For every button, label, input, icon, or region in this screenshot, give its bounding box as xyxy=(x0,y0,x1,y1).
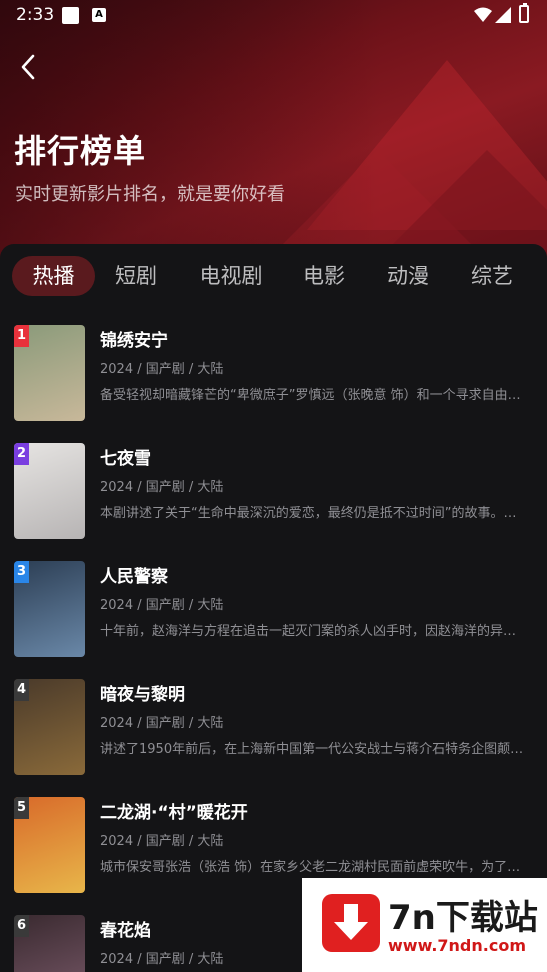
item-meta: 2024 / 国产剧 / 大陆 xyxy=(100,480,224,495)
back-arrow-icon[interactable] xyxy=(14,52,44,82)
category-tabs: 热播 短剧 电视剧 电影 动漫 综艺 xyxy=(0,256,547,300)
item-title: 春花焰 xyxy=(100,921,151,941)
poster-image: 4 xyxy=(14,679,85,775)
list-item[interactable]: 3 人民警察 2024 / 国产剧 / 大陆 十年前，赵海洋与方程在追击一起灭门… xyxy=(0,556,547,657)
item-meta: 2024 / 国产剧 / 大陆 xyxy=(100,598,224,613)
status-time: 2:33 xyxy=(16,5,55,25)
item-description: 讲述了1950年前后，在上海新中国第一代公安战士与蒋介石特务企图颠… xyxy=(100,742,524,757)
rank-badge: 1 xyxy=(14,325,29,347)
item-title: 锦绣安宁 xyxy=(100,331,168,351)
item-title: 暗夜与黎明 xyxy=(100,685,185,705)
rank-badge: 6 xyxy=(14,915,29,937)
item-title: 人民警察 xyxy=(100,567,168,587)
signal-icon xyxy=(495,7,511,23)
list-item[interactable]: 2 七夜雪 2024 / 国产剧 / 大陆 本剧讲述了关于“生命中最深沉的爱恋，… xyxy=(0,438,547,539)
list-item[interactable]: 5 二龙湖·“村”暖花开 2024 / 国产剧 / 大陆 城市保安哥张浩（张浩 … xyxy=(0,792,547,893)
watermark-brand: 7n下载站 xyxy=(388,898,538,938)
poster-image: 3 xyxy=(14,561,85,657)
poster-image: 2 xyxy=(14,443,85,539)
tab-anime[interactable]: 动漫 xyxy=(376,256,440,296)
item-description: 城市保安哥张浩（张浩 饰）在家乡父老二龙湖村民面前虚荣吹牛，为了… xyxy=(100,860,521,875)
rank-badge: 2 xyxy=(14,443,29,465)
item-description: 本剧讲述了关于“生命中最深沉的爱恋，最终仍是抵不过时间”的故事。… xyxy=(100,506,517,521)
list-item[interactable]: 1 锦绣安宁 2024 / 国产剧 / 大陆 备受轻视却暗藏锋芒的“卑微庶子”罗… xyxy=(0,320,547,421)
status-bar: 2:33 A xyxy=(0,0,547,32)
tab-short-drama[interactable]: 短剧 xyxy=(104,256,168,296)
notification-icon xyxy=(62,7,79,24)
item-meta: 2024 / 国产剧 / 大陆 xyxy=(100,716,224,731)
tab-hot[interactable]: 热播 xyxy=(12,256,95,296)
item-description: 备受轻视却暗藏锋芒的“卑微庶子”罗慎远（张晚意 饰）和一个寻求自由… xyxy=(100,388,521,403)
download-logo-icon xyxy=(322,894,380,952)
poster-image: 6 xyxy=(14,915,85,972)
item-meta: 2024 / 国产剧 / 大陆 xyxy=(100,952,224,967)
item-title: 七夜雪 xyxy=(100,449,151,469)
item-meta: 2024 / 国产剧 / 大陆 xyxy=(100,362,224,377)
a-badge-icon: A xyxy=(92,8,106,22)
site-watermark: 7n下载站 www.7ndn.com xyxy=(302,878,547,972)
wifi-icon xyxy=(474,7,492,22)
page-subtitle: 实时更新影片排名，就是要你好看 xyxy=(15,184,285,205)
rank-badge: 4 xyxy=(14,679,29,701)
watermark-url: www.7ndn.com xyxy=(388,936,526,955)
rank-badge: 5 xyxy=(14,797,29,819)
item-description: 十年前，赵海洋与方程在追击一起灭门案的杀人凶手时，因赵海洋的异… xyxy=(100,624,517,639)
tab-variety[interactable]: 综艺 xyxy=(460,256,524,296)
rank-badge: 3 xyxy=(14,561,29,583)
item-title: 二龙湖·“村”暖花开 xyxy=(100,803,248,823)
page-title: 排行榜单 xyxy=(14,132,147,170)
tab-movie[interactable]: 电影 xyxy=(292,256,356,296)
list-item[interactable]: 4 暗夜与黎明 2024 / 国产剧 / 大陆 讲述了1950年前后，在上海新中… xyxy=(0,674,547,775)
tab-tv-series[interactable]: 电视剧 xyxy=(190,256,272,296)
poster-image: 1 xyxy=(14,325,85,421)
item-meta: 2024 / 国产剧 / 大陆 xyxy=(100,834,224,849)
poster-image: 5 xyxy=(14,797,85,893)
battery-icon xyxy=(519,3,529,23)
